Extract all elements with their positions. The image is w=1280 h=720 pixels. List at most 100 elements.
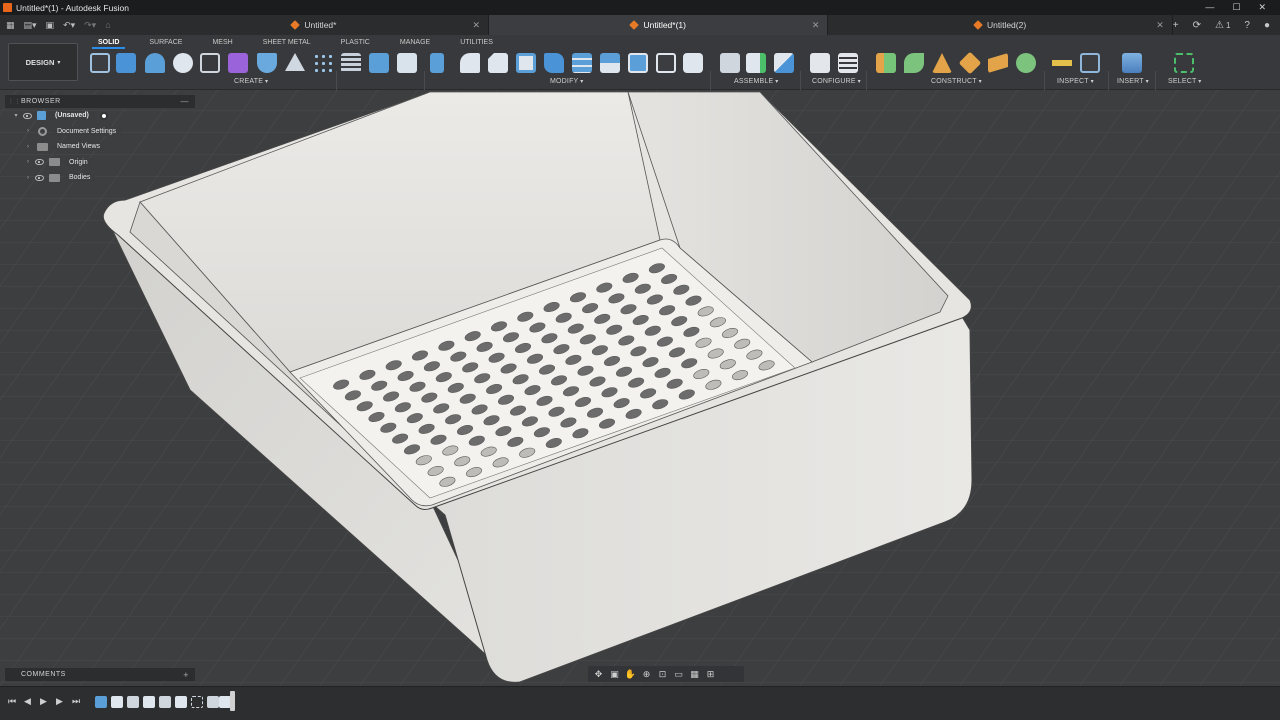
- timeline-feature-pattern[interactable]: [191, 696, 203, 708]
- shell-modify-icon[interactable]: [516, 53, 536, 73]
- browser-item-document-settings[interactable]: › Document Settings: [5, 124, 195, 140]
- tab-utilities[interactable]: UTILITIES: [454, 38, 499, 49]
- tab-sheet-metal[interactable]: SHEET METAL: [257, 38, 317, 49]
- axis-through-icon[interactable]: [988, 53, 1008, 73]
- emboss-icon[interactable]: [397, 53, 417, 73]
- create-sketch-icon[interactable]: [90, 53, 110, 73]
- tab-untitled[interactable]: Untitled* ✕: [140, 15, 490, 35]
- job-status-icon[interactable]: ⟳: [1193, 20, 1201, 31]
- pan-icon[interactable]: ✋: [624, 669, 637, 680]
- home-icon[interactable]: ⌂: [105, 20, 110, 30]
- browser-root[interactable]: ▾ (Unsaved): [5, 108, 195, 124]
- add-comment-icon[interactable]: +: [183, 670, 189, 680]
- close-window-icon[interactable]: ✕: [1258, 2, 1266, 13]
- go-to-start-icon[interactable]: ⏮: [8, 696, 16, 707]
- close-tab-icon[interactable]: ✕: [812, 20, 820, 31]
- combine-icon[interactable]: [600, 53, 620, 73]
- look-at-icon[interactable]: ▣: [608, 669, 621, 680]
- select-window-icon[interactable]: [1174, 53, 1194, 73]
- configure-menu[interactable]: CONFIGURE: [812, 78, 861, 85]
- revolve-icon[interactable]: [145, 53, 165, 73]
- midplane-icon[interactable]: [958, 51, 982, 75]
- create-menu[interactable]: CREATE: [234, 78, 268, 85]
- scale-icon[interactable]: [572, 53, 592, 73]
- go-to-end-icon[interactable]: ⏭: [72, 696, 80, 707]
- configuration-table-icon[interactable]: [838, 53, 858, 73]
- construct-menu[interactable]: CONSTRUCT: [931, 78, 982, 85]
- zoom-icon[interactable]: ⊕: [640, 669, 653, 680]
- box-icon[interactable]: [200, 53, 220, 73]
- shell-icon[interactable]: [369, 53, 389, 73]
- grid-settings-icon[interactable]: ▦: [688, 669, 701, 680]
- sweep-icon[interactable]: [257, 53, 277, 73]
- as-built-joint-icon[interactable]: [774, 53, 794, 73]
- browser-item-origin[interactable]: › Origin: [5, 155, 195, 171]
- chevron-right-icon[interactable]: ›: [23, 144, 33, 150]
- tab-solid[interactable]: SOLID: [92, 38, 126, 49]
- timeline-feature-sketch[interactable]: [95, 696, 107, 708]
- press-pull-icon[interactable]: [430, 53, 444, 73]
- chamfer-icon[interactable]: [488, 53, 508, 73]
- split-body-icon[interactable]: [683, 53, 703, 73]
- redo-icon[interactable]: ↷▾: [84, 20, 96, 31]
- insert-menu[interactable]: INSERT: [1117, 78, 1149, 85]
- tab-untitled-2[interactable]: Untitled(2) ✕: [828, 15, 1173, 35]
- grid-menu-icon[interactable]: ▦: [6, 20, 15, 31]
- display-settings-icon[interactable]: ▭: [672, 669, 685, 680]
- comments-panel[interactable]: COMMENTS +: [5, 668, 195, 681]
- tab-mesh[interactable]: MESH: [206, 38, 238, 49]
- extrude-icon[interactable]: [116, 53, 136, 73]
- joint-icon[interactable]: [746, 53, 766, 73]
- active-radio-icon[interactable]: [99, 111, 108, 120]
- play-icon[interactable]: ▶: [40, 696, 47, 707]
- select-menu[interactable]: SELECT: [1168, 78, 1202, 85]
- visibility-eye-icon[interactable]: [21, 112, 33, 120]
- insert-image-icon[interactable]: [1122, 53, 1142, 73]
- point-icon[interactable]: [1016, 53, 1036, 73]
- notifications-icon[interactable]: ⚠ 1: [1215, 20, 1230, 31]
- visibility-eye-icon[interactable]: [33, 158, 45, 166]
- user-icon[interactable]: ●: [1264, 20, 1270, 31]
- step-back-icon[interactable]: ◀: [24, 696, 31, 707]
- timeline-feature-fillet[interactable]: [127, 696, 139, 708]
- viewports-icon[interactable]: ⊞: [704, 669, 717, 680]
- modify-menu[interactable]: MODIFY: [550, 78, 584, 85]
- maximize-icon[interactable]: ☐: [1232, 2, 1240, 13]
- drag-handle-icon[interactable]: ⋮⋮: [8, 98, 21, 105]
- loft-icon[interactable]: [285, 53, 305, 71]
- split-face-icon[interactable]: [656, 53, 676, 73]
- form-icon[interactable]: [228, 53, 248, 73]
- tab-untitled-1[interactable]: Untitled*(1) ✕: [489, 15, 829, 35]
- thread-icon[interactable]: [341, 53, 361, 73]
- timeline-feature-sketch-2[interactable]: [159, 696, 171, 708]
- configure-icon[interactable]: [810, 53, 830, 73]
- chevron-right-icon[interactable]: ›: [23, 159, 33, 165]
- minimize-icon[interactable]: —: [1205, 2, 1214, 13]
- tab-manage[interactable]: MANAGE: [394, 38, 436, 49]
- assemble-menu[interactable]: ASSEMBLE: [734, 78, 778, 85]
- replace-face-icon[interactable]: [628, 53, 648, 73]
- collapse-panel-icon[interactable]: —: [181, 97, 190, 106]
- chevron-right-icon[interactable]: ›: [23, 128, 33, 134]
- tab-plastic[interactable]: PLASTIC: [335, 38, 376, 49]
- timeline-feature-extrude[interactable]: [111, 696, 123, 708]
- fit-icon[interactable]: ⊡: [656, 669, 669, 680]
- step-forward-icon[interactable]: ▶: [56, 696, 63, 707]
- browser-item-named-views[interactable]: › Named Views: [5, 139, 195, 155]
- fillet-icon[interactable]: [460, 53, 480, 73]
- visibility-eye-icon[interactable]: [33, 174, 45, 182]
- help-icon[interactable]: ?: [1244, 20, 1250, 31]
- chevron-down-icon[interactable]: ▾: [11, 112, 21, 119]
- hole-icon[interactable]: [173, 53, 193, 73]
- close-tab-icon[interactable]: ✕: [473, 20, 481, 31]
- orbit-icon[interactable]: ✥: [592, 669, 605, 680]
- measure-icon[interactable]: [1052, 53, 1072, 73]
- close-tab-icon[interactable]: ✕: [1156, 20, 1164, 31]
- pattern-icon[interactable]: [313, 53, 333, 73]
- timeline-feature-hole[interactable]: [207, 696, 219, 708]
- tangent-plane-icon[interactable]: [932, 53, 952, 73]
- file-menu-icon[interactable]: ▤▾: [24, 20, 37, 31]
- tab-surface[interactable]: SURFACE: [143, 38, 188, 49]
- timeline-feature-shell[interactable]: [143, 696, 155, 708]
- chevron-right-icon[interactable]: ›: [23, 175, 33, 181]
